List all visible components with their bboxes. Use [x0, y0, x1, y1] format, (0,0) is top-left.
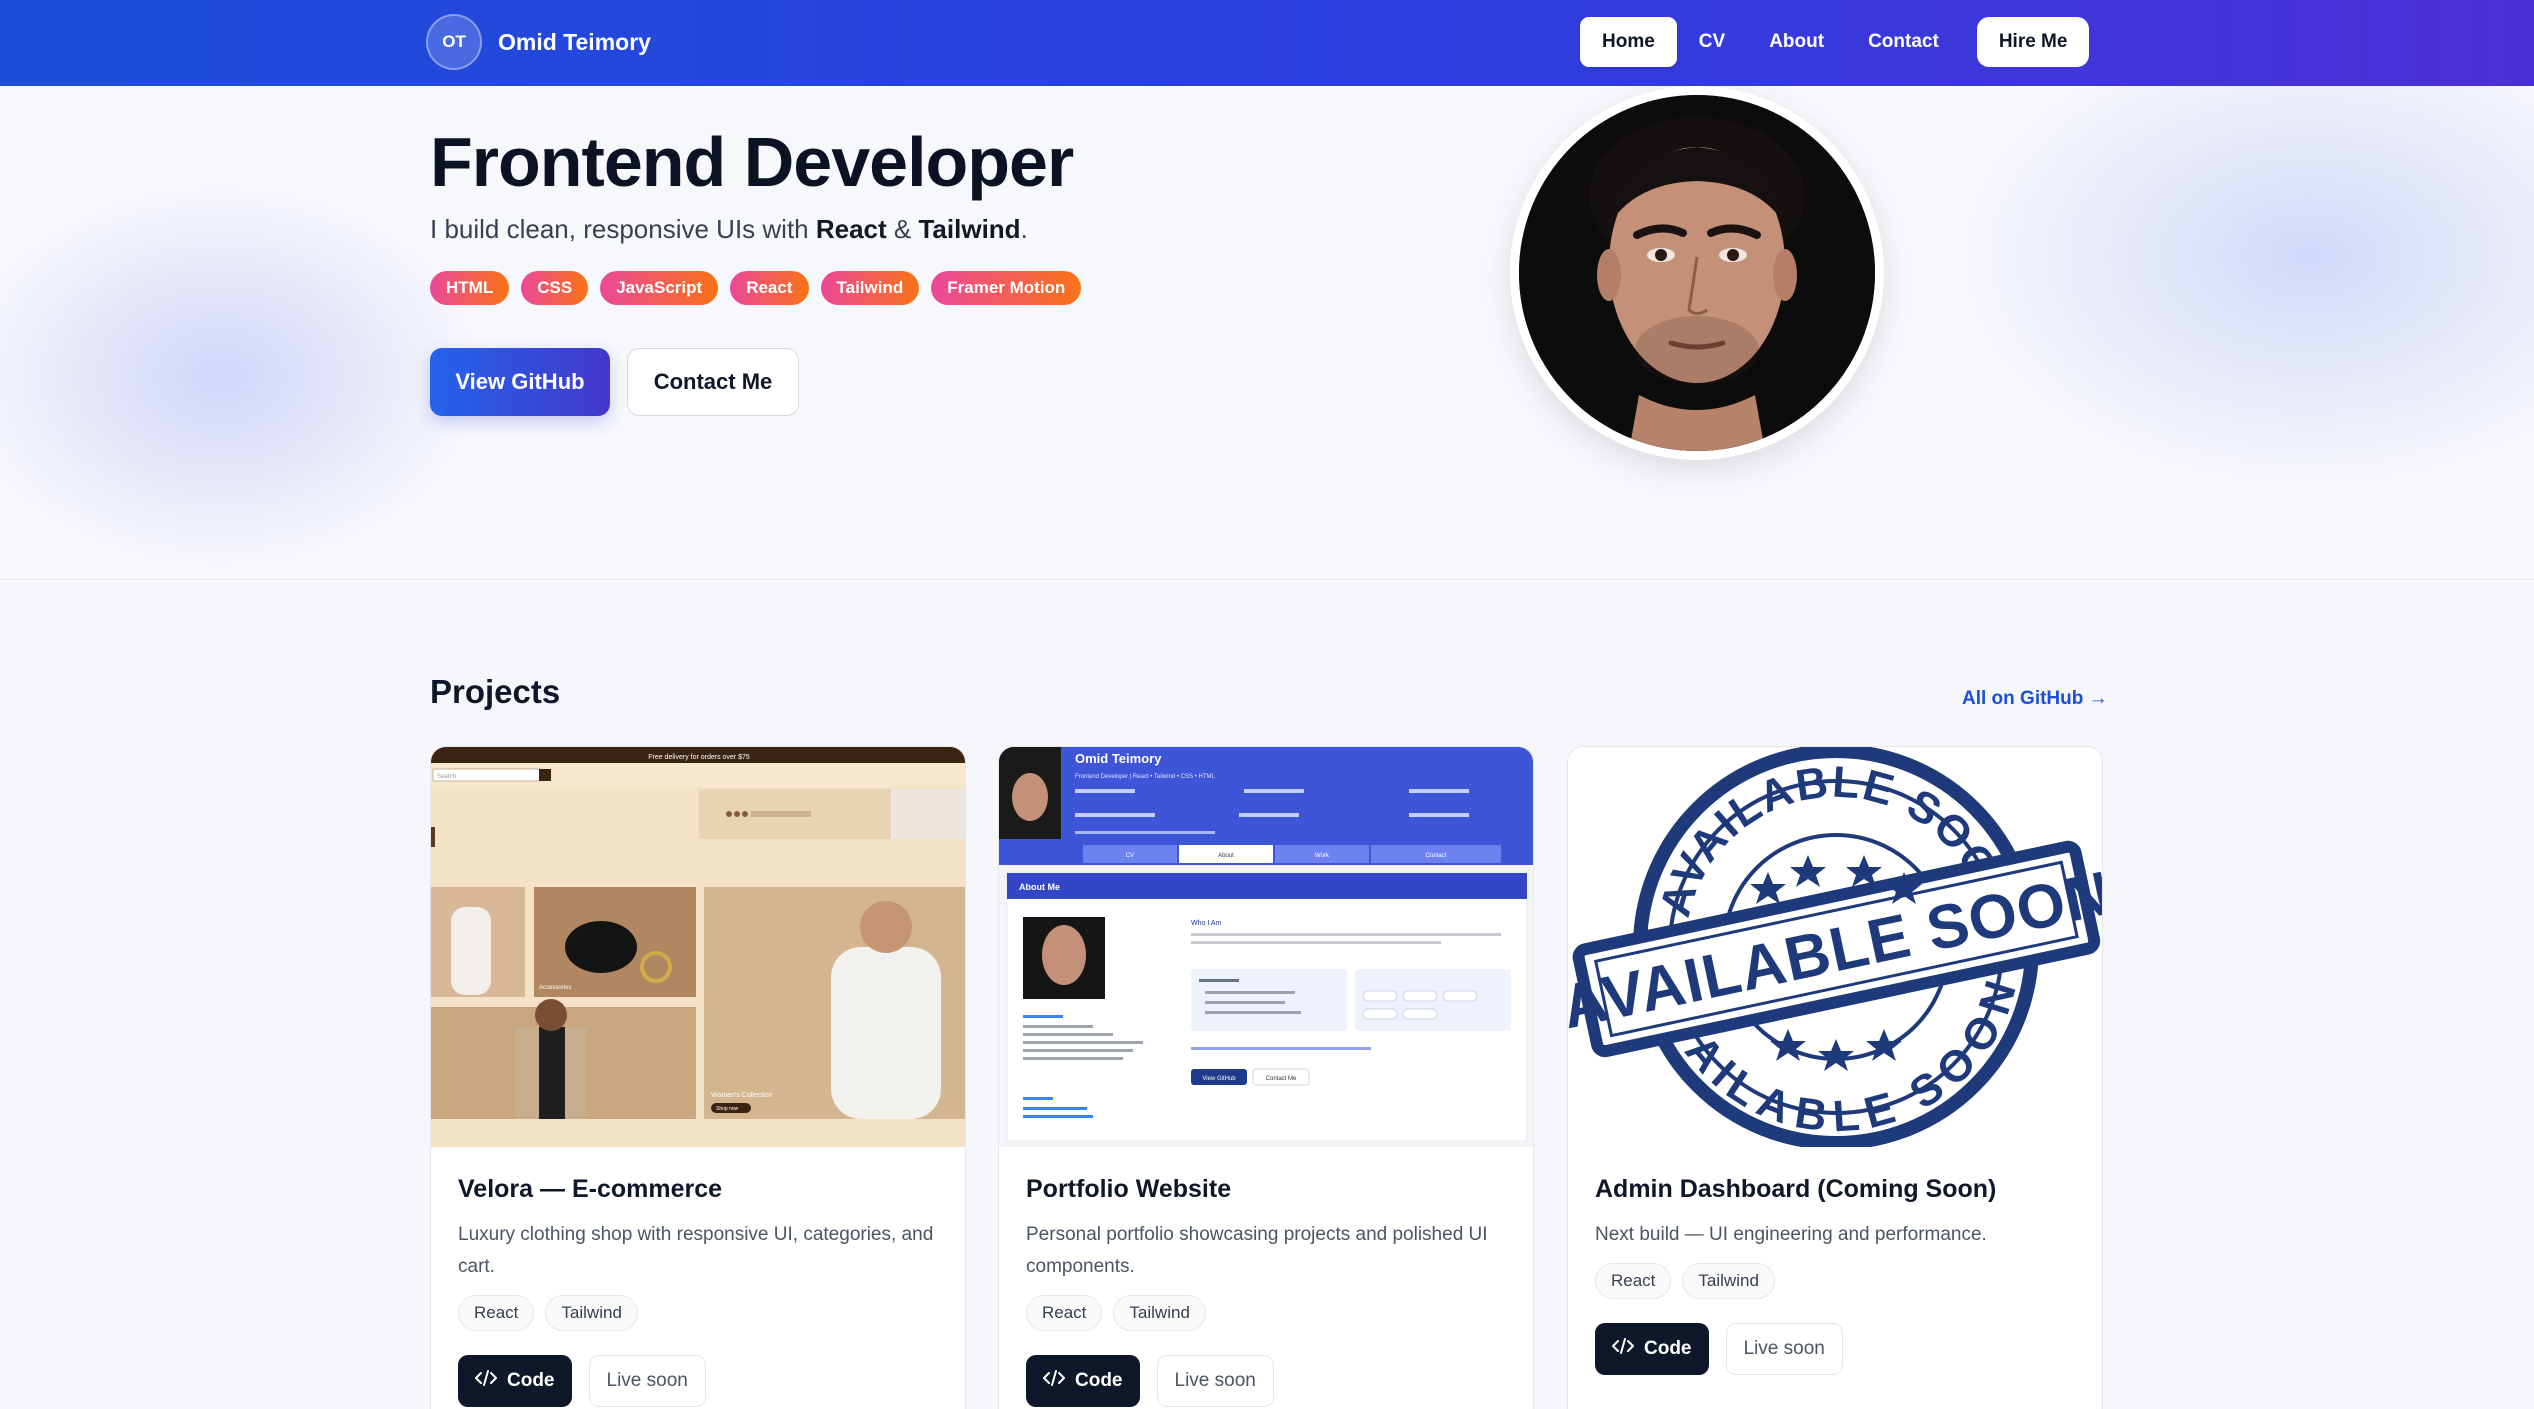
- nav-item-cv[interactable]: CV: [1677, 17, 1747, 67]
- portfolio-tab-cv: CV: [1126, 853, 1134, 859]
- portfolio-tab-work: Work: [1315, 853, 1330, 859]
- skill-tag-html: HTML: [430, 271, 510, 305]
- tech-chip: React: [1026, 1295, 1103, 1331]
- velora-banner-text: Free delivery for orders over $75: [648, 754, 750, 761]
- live-soon-button[interactable]: Live soon: [588, 1355, 706, 1407]
- project-description: Next build — UI engineering and performa…: [1595, 1224, 1987, 1245]
- portfolio-tab-about: About: [1218, 853, 1234, 859]
- all-on-github-link[interactable]: All on GitHub →: [1962, 688, 2108, 710]
- skill-tag-framer-motion: Framer Motion: [931, 271, 1082, 305]
- portfolio-role-text: Frontend Developer | React • Tailwind • …: [1075, 774, 1215, 780]
- code-button-label: Code: [1644, 1338, 1692, 1359]
- brand-logo[interactable]: OT: [426, 14, 482, 70]
- portfolio-who-text: Who I Am: [1191, 920, 1222, 927]
- hero-subtitle: I build clean, responsive UIs with React…: [430, 214, 1028, 245]
- hero-subtitle-react: React: [815, 214, 887, 244]
- profile-avatar: [1510, 86, 1884, 460]
- portfolio-btn-text: View GitHub: [1202, 1076, 1236, 1082]
- view-github-button[interactable]: View GitHub: [430, 348, 610, 416]
- velora-shop-text: Shop now: [716, 1106, 739, 1112]
- velora-collection-text: Women's Collection: [711, 1092, 773, 1099]
- portfolio-name-text: Omid Teimory: [1075, 751, 1162, 766]
- project-description: Luxury clothing shop with responsive UI,…: [458, 1224, 934, 1277]
- hero-title: Frontend Developer: [430, 123, 1074, 201]
- skill-tag-react: React: [730, 271, 809, 305]
- portfolio-tab-contact: Contact: [1426, 853, 1447, 859]
- project-thumbnail-admin-dashboard[interactable]: AVAILABLE SOON AVAILABLE SOON AVAILABLE …: [1568, 747, 2102, 1147]
- project-tags: React Tailwind: [458, 1295, 638, 1331]
- project-card-velora: Free delivery for orders over $75 Search: [430, 746, 966, 1409]
- hire-me-button[interactable]: Hire Me: [1976, 17, 2090, 67]
- hero-section: Frontend Developer I build clean, respon…: [0, 86, 2534, 580]
- project-tags: React Tailwind: [1026, 1295, 1206, 1331]
- hero-subtitle-text: I build clean, responsive UIs with: [430, 214, 816, 244]
- main-nav: Home CV About Contact Hire Me: [1580, 17, 2090, 67]
- hero-subtitle-amp: &: [886, 214, 919, 244]
- velora-screenshot: Free delivery for orders over $75 Search: [431, 747, 965, 1147]
- code-button[interactable]: Code: [1595, 1323, 1709, 1375]
- brand-name[interactable]: Omid Teimory: [498, 29, 651, 56]
- project-thumbnail-portfolio[interactable]: Omid Teimory Frontend Developer | React …: [999, 747, 1533, 1147]
- velora-accessories-text: Accessories: [539, 985, 571, 991]
- tech-chip: Tailwind: [1682, 1263, 1775, 1299]
- hero-background-blob: [1960, 86, 2534, 486]
- code-button-label: Code: [507, 1370, 555, 1391]
- projects-title: Projects: [430, 673, 561, 710]
- skill-tags: HTML CSS JavaScript React Tailwind Frame…: [430, 271, 1082, 305]
- contact-me-button[interactable]: Contact Me: [627, 348, 799, 416]
- project-card-admin-dashboard: AVAILABLE SOON AVAILABLE SOON AVAILABLE …: [1567, 746, 2103, 1409]
- available-soon-stamp: AVAILABLE SOON AVAILABLE SOON AVAILABLE …: [1568, 747, 2102, 1147]
- tech-chip: React: [1595, 1263, 1672, 1299]
- projects-section: Projects All on GitHub → Free delivery f…: [0, 581, 2534, 1409]
- project-actions: Code Live soon: [458, 1355, 706, 1407]
- live-soon-button[interactable]: Live soon: [1725, 1323, 1843, 1375]
- live-soon-button[interactable]: Live soon: [1156, 1355, 1274, 1407]
- project-card-portfolio: Omid Teimory Frontend Developer | React …: [998, 746, 1534, 1409]
- project-tags: React Tailwind: [1595, 1263, 1775, 1299]
- project-actions: Code Live soon: [1026, 1355, 1274, 1407]
- profile-photo: [1519, 95, 1875, 451]
- tech-chip: React: [458, 1295, 535, 1331]
- portfolio-about-text: About Me: [1019, 882, 1060, 892]
- code-brackets-icon: [1612, 1338, 1634, 1360]
- project-actions: Code Live soon: [1595, 1323, 1843, 1375]
- brand[interactable]: OT Omid Teimory: [426, 14, 651, 70]
- hero-background-blob: [0, 186, 480, 566]
- nav-item-home[interactable]: Home: [1580, 17, 1677, 67]
- skill-tag-javascript: JavaScript: [600, 271, 719, 305]
- hero-subtitle-end: .: [1020, 214, 1028, 244]
- code-brackets-icon: [475, 1370, 497, 1392]
- face-illustration: [1519, 95, 1875, 451]
- project-description: Personal portfolio showcasing projects a…: [1026, 1224, 1488, 1277]
- portfolio-btn2-text: Contact Me: [1266, 1076, 1297, 1082]
- code-brackets-icon: [1043, 1370, 1065, 1392]
- hero-subtitle-tailwind: Tailwind: [918, 214, 1021, 244]
- tech-chip: Tailwind: [1113, 1295, 1206, 1331]
- nav-item-about[interactable]: About: [1747, 17, 1846, 67]
- code-button-label: Code: [1075, 1370, 1123, 1391]
- skill-tag-css: CSS: [521, 271, 589, 305]
- navbar: OT Omid Teimory Home CV About Contact Hi…: [0, 0, 2534, 86]
- skill-tag-tailwind: Tailwind: [820, 271, 920, 305]
- tech-chip: Tailwind: [545, 1295, 638, 1331]
- project-title: Admin Dashboard (Coming Soon): [1595, 1175, 1997, 1203]
- project-title: Velora — E-commerce: [458, 1175, 723, 1203]
- project-title: Portfolio Website: [1026, 1175, 1232, 1203]
- portfolio-screenshot: Omid Teimory Frontend Developer | React …: [999, 747, 1533, 1147]
- velora-search-text: Search: [437, 774, 456, 780]
- code-button[interactable]: Code: [458, 1355, 572, 1407]
- code-button[interactable]: Code: [1026, 1355, 1140, 1407]
- nav-item-contact[interactable]: Contact: [1846, 17, 1961, 67]
- project-thumbnail-velora[interactable]: Free delivery for orders over $75 Search: [431, 747, 965, 1147]
